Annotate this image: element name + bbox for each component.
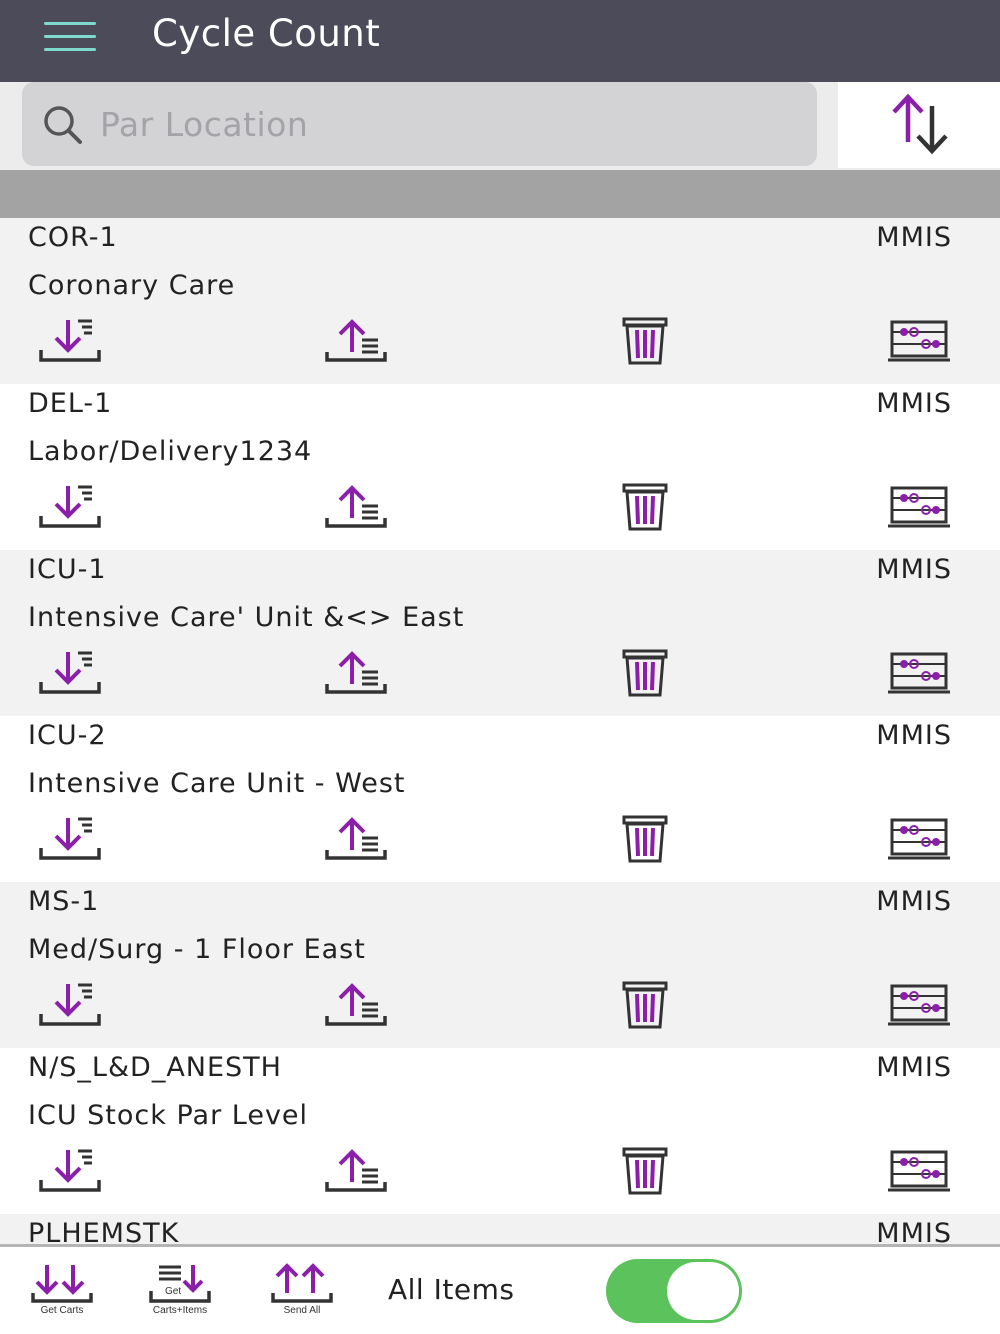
trash-icon — [622, 1147, 668, 1195]
upload-list-icon — [325, 1149, 387, 1192]
count-button[interactable] — [886, 1146, 952, 1196]
download-list-icon — [39, 817, 101, 860]
delete-button[interactable] — [612, 814, 678, 864]
get-carts-items-button[interactable]: Get Carts+Items — [140, 1261, 220, 1327]
get-cart-button[interactable] — [38, 648, 104, 698]
sort-icon — [892, 93, 948, 155]
get-cart-button[interactable] — [38, 814, 104, 864]
app-header: Cycle Count — [0, 0, 1000, 82]
delete-button[interactable] — [612, 482, 678, 532]
trash-icon — [622, 981, 668, 1029]
delete-button[interactable] — [612, 1146, 678, 1196]
trash-icon — [622, 317, 668, 365]
get-cart-button[interactable] — [38, 980, 104, 1030]
list-item[interactable]: ICU-1 MMIS Intensive Care' Unit &<> East — [0, 550, 1000, 716]
par-location-code: MS-1 — [28, 886, 100, 917]
delete-button[interactable] — [612, 316, 678, 366]
get-carts-button[interactable]: Get Carts — [22, 1261, 102, 1327]
abacus-icon — [888, 818, 950, 860]
send-cart-button[interactable] — [324, 648, 390, 698]
trash-icon — [622, 483, 668, 531]
all-items-toggle[interactable] — [606, 1259, 742, 1323]
count-button[interactable] — [886, 316, 952, 366]
par-location-description: Labor/Delivery1234 — [28, 436, 313, 467]
abacus-icon — [888, 486, 950, 528]
par-location-list: COR-1 MMIS Coronary Care DEL-1 MMIS Labo… — [0, 218, 1000, 1244]
trash-icon — [622, 649, 668, 697]
download-list-icon — [39, 319, 101, 362]
source-label: MMIS — [876, 720, 952, 751]
list-item[interactable]: N/S_L&D_ANESTH MMIS ICU Stock Par Level — [0, 1048, 1000, 1214]
par-location-description: Coronary Care — [28, 270, 236, 301]
get-cart-button[interactable] — [38, 1146, 104, 1196]
get-carts-icon — [31, 1265, 93, 1303]
page-title: Cycle Count — [152, 12, 381, 55]
delete-button[interactable] — [612, 648, 678, 698]
search-input[interactable] — [100, 96, 800, 152]
par-location-description: ICU Stock Par Level — [28, 1100, 309, 1131]
list-item[interactable]: ICU-2 MMIS Intensive Care Unit - West — [0, 716, 1000, 882]
send-all-label: Send All — [283, 1305, 321, 1316]
par-location-code: PLHEMSTK — [28, 1218, 180, 1244]
send-all-button[interactable]: Send All — [262, 1261, 342, 1327]
download-list-icon — [39, 651, 101, 694]
par-location-code: ICU-2 — [28, 720, 107, 751]
upload-list-icon — [325, 983, 387, 1026]
send-cart-button[interactable] — [324, 980, 390, 1030]
upload-list-icon — [325, 817, 387, 860]
source-label: MMIS — [876, 554, 952, 585]
list-item[interactable]: PLHEMSTK MMIS — [0, 1214, 1000, 1244]
send-cart-button[interactable] — [324, 316, 390, 366]
send-cart-button[interactable] — [324, 482, 390, 532]
upload-list-icon — [325, 319, 387, 362]
par-location-code: COR-1 — [28, 222, 118, 253]
par-location-code: N/S_L&D_ANESTH — [28, 1052, 282, 1083]
source-label: MMIS — [876, 388, 952, 419]
par-location-code: DEL-1 — [28, 388, 113, 419]
send-all-icon — [271, 1263, 333, 1303]
get-cart-button[interactable] — [38, 482, 104, 532]
search-icon — [44, 106, 82, 144]
count-button[interactable] — [886, 980, 952, 1030]
count-button[interactable] — [886, 482, 952, 532]
count-button[interactable] — [886, 648, 952, 698]
toggle-knob — [667, 1262, 739, 1320]
get-icon-text: Get — [165, 1286, 181, 1297]
get-carts-items-icon: Get — [149, 1265, 211, 1303]
get-carts-items-label: Carts+Items — [152, 1305, 208, 1316]
source-label: MMIS — [876, 1218, 952, 1244]
par-location-description: Med/Surg - 1 Floor East — [28, 934, 366, 965]
list-item[interactable]: MS-1 MMIS Med/Surg - 1 Floor East — [0, 882, 1000, 1048]
trash-icon — [622, 815, 668, 863]
source-label: MMIS — [876, 1052, 952, 1083]
section-divider — [0, 170, 1000, 218]
bottom-toolbar: Get Carts Get Carts+Items Send All All I… — [0, 1244, 1000, 1334]
abacus-icon — [888, 1150, 950, 1192]
send-cart-button[interactable] — [324, 814, 390, 864]
get-cart-button[interactable] — [38, 316, 104, 366]
source-label: MMIS — [876, 886, 952, 917]
search-box[interactable] — [22, 82, 817, 166]
upload-list-icon — [325, 651, 387, 694]
all-items-label: All Items — [388, 1273, 515, 1306]
abacus-icon — [888, 320, 950, 362]
sort-button[interactable] — [838, 82, 1000, 168]
abacus-icon — [888, 652, 950, 694]
send-cart-button[interactable] — [324, 1146, 390, 1196]
par-location-description: Intensive Care' Unit &<> East — [28, 602, 465, 633]
delete-button[interactable] — [612, 980, 678, 1030]
download-list-icon — [39, 485, 101, 528]
source-label: MMIS — [876, 222, 952, 253]
abacus-icon — [888, 984, 950, 1026]
par-location-description: Intensive Care Unit - West — [28, 768, 406, 799]
par-location-code: ICU-1 — [28, 554, 107, 585]
menu-icon[interactable] — [44, 20, 96, 52]
list-item[interactable]: DEL-1 MMIS Labor/Delivery1234 — [0, 384, 1000, 550]
download-list-icon — [39, 1149, 101, 1192]
list-item[interactable]: COR-1 MMIS Coronary Care — [0, 218, 1000, 384]
download-list-icon — [39, 983, 101, 1026]
upload-list-icon — [325, 485, 387, 528]
get-carts-label: Get Carts — [40, 1305, 84, 1316]
count-button[interactable] — [886, 814, 952, 864]
